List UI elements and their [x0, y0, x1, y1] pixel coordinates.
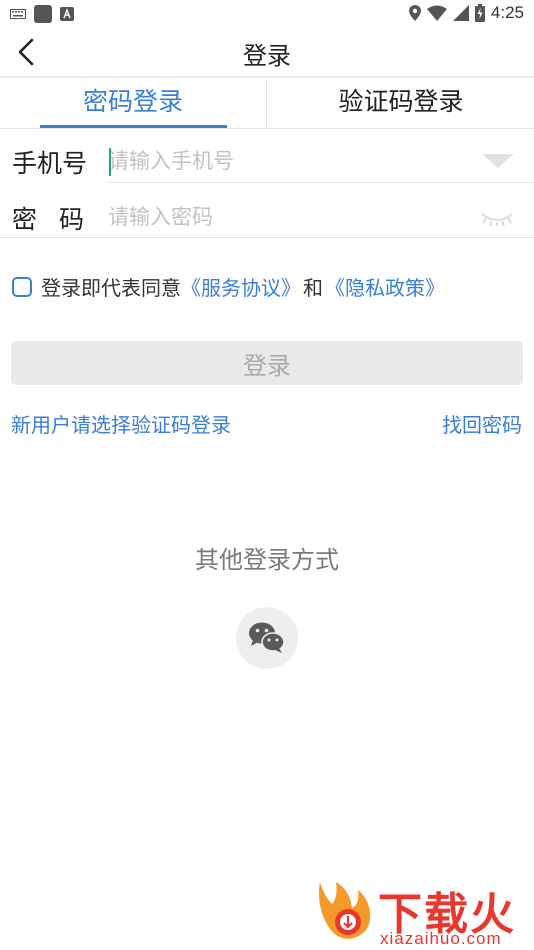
agreement-and: 和 [303, 276, 323, 300]
service-agreement-link[interactable]: 《服务协议》 [181, 272, 301, 301]
keyboard-icon [10, 9, 26, 19]
text-cursor [109, 148, 111, 176]
cellular-signal-icon [452, 5, 469, 21]
tabs-divider [0, 128, 534, 129]
tab-password-login[interactable]: 密码登录 [0, 78, 266, 128]
watermark-logo: 下载火 xiazaihuo.com [314, 878, 530, 948]
password-input[interactable] [108, 200, 468, 234]
dropdown-triangle-icon[interactable] [482, 152, 514, 170]
tab-password-login-label: 密码登录 [82, 87, 183, 116]
status-bar: 4:25 [0, 0, 534, 28]
fire-logo-icon [319, 882, 371, 939]
agreement-prefix: 登录即代表同意 [41, 276, 181, 300]
wechat-login-button[interactable] [236, 607, 298, 669]
tab-sms-login[interactable]: 验证码登录 [268, 78, 534, 128]
forgot-password-link[interactable]: 找回密码 [442, 409, 522, 438]
wifi-icon [426, 5, 447, 21]
phone-label: 手机号 [12, 149, 88, 178]
phone-input[interactable] [108, 144, 468, 178]
battery-icon [474, 4, 485, 22]
app-square-icon [34, 5, 52, 23]
password-label: 密码 [12, 205, 107, 234]
font-app-icon [60, 7, 74, 21]
location-icon [408, 5, 421, 21]
login-tabs: 密码登录 验证码登录 [0, 78, 534, 128]
eye-closed-icon[interactable] [480, 210, 514, 226]
login-button[interactable]: 登录 [11, 341, 523, 385]
other-login-title: 其他登录方式 [195, 546, 339, 574]
tab-sms-login-label: 验证码登录 [338, 87, 464, 116]
page-title: 登录 [243, 42, 291, 70]
new-user-sms-link[interactable]: 新用户请选择验证码登录 [11, 409, 231, 438]
password-divider [0, 237, 534, 238]
phone-divider [108, 182, 534, 183]
agreement-checkbox[interactable] [12, 276, 32, 297]
agreement-row: 登录即代表同意 《服务协议》 和 《隐私政策》 [12, 272, 445, 301]
header-bar: 登录 [0, 28, 534, 76]
wechat-icon [249, 622, 285, 653]
tab-divider [266, 80, 267, 128]
watermark-url: xiazaihuo.com [380, 929, 502, 948]
password-row: 密码 [0, 190, 534, 244]
phone-row: 手机号 [0, 134, 534, 188]
status-time: 4:25 [490, 3, 524, 22]
privacy-policy-link[interactable]: 《隐私政策》 [325, 272, 445, 301]
